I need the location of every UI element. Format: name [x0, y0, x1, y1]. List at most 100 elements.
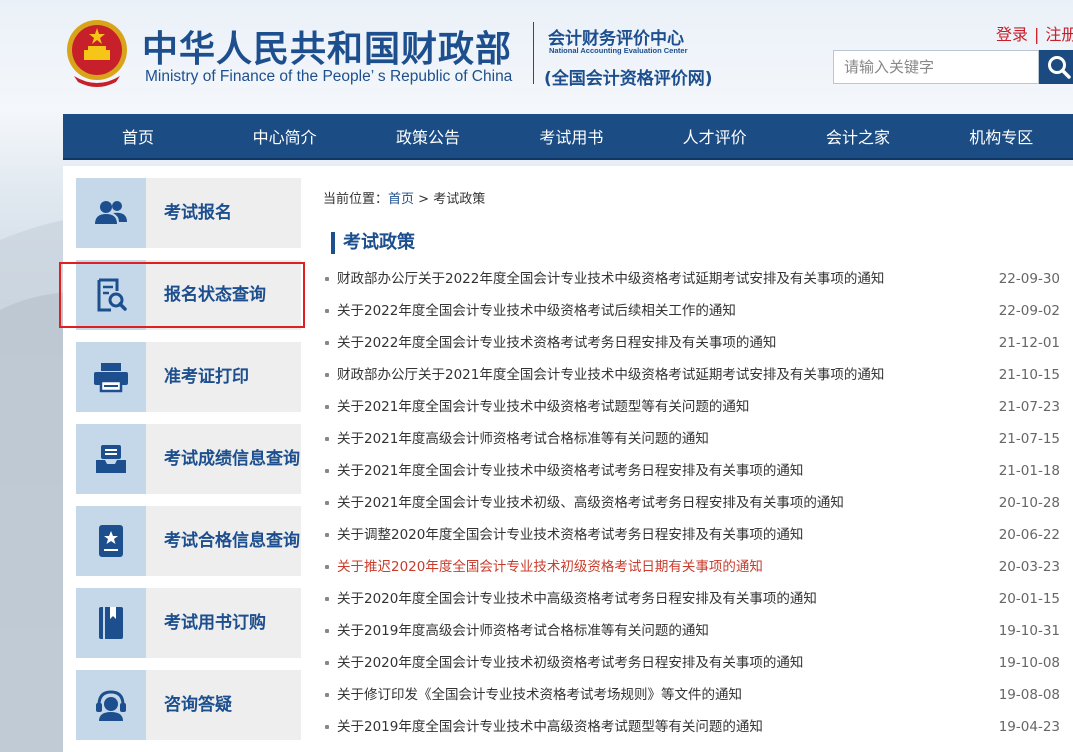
- sidebar-item-admission-ticket[interactable]: 准考证打印: [76, 342, 301, 412]
- sidebar-icon-box: [76, 260, 146, 330]
- nav-policy[interactable]: 政策公告: [356, 114, 499, 158]
- sidebar-item-registration-status[interactable]: 报名状态查询: [76, 260, 301, 330]
- list-item[interactable]: 关于2022年度全国会计专业技术中级资格考试后续相关工作的通知 22-09-02: [311, 295, 1073, 327]
- printer-icon: [94, 363, 128, 393]
- breadcrumb-current: 考试政策: [433, 192, 486, 207]
- article-title[interactable]: 财政部办公厅关于2022年度全国会计专业技术中级资格考试延期考试安排及有关事项的…: [337, 263, 884, 295]
- main-nav: 首页 中心简介 政策公告 考试用书 人才评价 会计之家 机构专区: [63, 114, 1073, 160]
- article-title[interactable]: 财政部办公厅关于2021年度全国会计专业技术中级资格考试延期考试安排及有关事项的…: [337, 359, 884, 391]
- article-date: 21-12-01: [998, 335, 1060, 351]
- nav-accounting-home[interactable]: 会计之家: [786, 114, 929, 158]
- search-input[interactable]: [833, 50, 1039, 84]
- article-title[interactable]: 关于2020年度全国会计专业技术初级资格考试考务日程安排及有关事项的通知: [337, 647, 803, 679]
- bullet: [325, 469, 329, 473]
- bullet: [325, 309, 329, 313]
- article-date: 20-06-22: [998, 527, 1060, 543]
- list-item[interactable]: 财政部办公厅关于2022年度全国会计专业技术中级资格考试延期考试安排及有关事项的…: [311, 263, 1073, 295]
- article-date: 22-09-30: [998, 271, 1060, 287]
- nav-about[interactable]: 中心简介: [213, 114, 356, 158]
- header-divider: [533, 22, 534, 84]
- article-date: 22-09-02: [998, 303, 1060, 319]
- article-title[interactable]: 关于2020年度全国会计专业技术中高级资格考试考务日程安排及有关事项的通知: [337, 583, 817, 615]
- article-title[interactable]: 关于2021年度高级会计师资格考试合格标准等有关问题的通知: [337, 423, 709, 455]
- sidebar-item-book-order[interactable]: 考试用书订购: [76, 588, 301, 658]
- sidebar-item-label: 准考证打印: [164, 367, 249, 387]
- bullet: [325, 277, 329, 281]
- account-links: 登录 | 注册: [996, 21, 1073, 45]
- bullet: [325, 373, 329, 377]
- article-date: 19-08-08: [998, 687, 1060, 703]
- article-title[interactable]: 关于2022年度全国会计专业技术中级资格考试后续相关工作的通知: [337, 295, 736, 327]
- nav-books[interactable]: 考试用书: [500, 114, 643, 158]
- sidebar-item-consultation[interactable]: 咨询答疑: [76, 670, 301, 740]
- sidebar-item-exam-registration[interactable]: 考试报名: [76, 178, 301, 248]
- article-date: 20-01-15: [998, 591, 1060, 607]
- link-separator: |: [1034, 25, 1040, 44]
- sidebar-item-label: 考试用书订购: [164, 613, 266, 633]
- sidebar-item-label: 考试成绩信息查询: [164, 449, 300, 469]
- users-icon: [95, 201, 127, 224]
- list-item[interactable]: 财政部办公厅关于2021年度全国会计专业技术中级资格考试延期考试安排及有关事项的…: [311, 359, 1073, 391]
- bullet: [325, 661, 329, 665]
- list-item[interactable]: 关于调整2020年度全国会计专业技术资格考试考务日程安排及有关事项的通知 20-0…: [311, 519, 1073, 551]
- list-item[interactable]: 关于2019年度全国会计专业技术中高级资格考试题型等有关问题的通知 19-04-2…: [311, 711, 1073, 743]
- bullet: [325, 533, 329, 537]
- article-title[interactable]: 关于推迟2020年度全国会计专业技术初级资格考试日期有关事项的通知: [337, 551, 763, 583]
- list-item[interactable]: 关于修订印发《全国会计专业技术资格考试考场规则》等文件的通知 19-08-08: [311, 679, 1073, 711]
- bullet: [325, 405, 329, 409]
- article-title[interactable]: 关于2019年度高级会计师资格考试合格标准等有关问题的通知: [337, 615, 709, 647]
- list-item[interactable]: 关于推迟2020年度全国会计专业技术初级资格考试日期有关事项的通知 20-03-2…: [311, 551, 1073, 583]
- site-title: 中华人民共和国财政部: [142, 29, 513, 70]
- login-link[interactable]: 登录: [996, 25, 1028, 44]
- list-item[interactable]: 关于2020年度全国会计专业技术初级资格考试考务日程安排及有关事项的通知 19-1…: [311, 647, 1073, 679]
- sidebar-icon-box: [76, 588, 146, 658]
- list-item[interactable]: 关于2021年度全国会计专业技术中级资格考试考务日程安排及有关事项的通知 21-0…: [311, 455, 1073, 487]
- article-title[interactable]: 关于2022年度全国会计专业技术资格考试考务日程安排及有关事项的通知: [337, 327, 776, 359]
- bullet: [325, 693, 329, 697]
- sidebar-item-label: 咨询答疑: [164, 695, 232, 715]
- sidebar-item-qualification-query[interactable]: 考试合格信息查询: [76, 506, 301, 576]
- list-item[interactable]: 关于2021年度全国会计专业技术初级、高级资格考试考务日程安排及有关事项的通知 2…: [311, 487, 1073, 519]
- article-date: 21-10-15: [998, 367, 1060, 383]
- breadcrumb-prefix: 当前位置：: [323, 192, 389, 207]
- bullet: [325, 597, 329, 601]
- article-date: 20-10-28: [998, 495, 1060, 511]
- document-search-icon: [97, 278, 127, 312]
- article-title[interactable]: 关于2021年度全国会计专业技术初级、高级资格考试考务日程安排及有关事项的通知: [337, 487, 844, 519]
- book-icon: [99, 607, 123, 639]
- nav-talent[interactable]: 人才评价: [643, 114, 786, 158]
- nav-institutions[interactable]: 机构专区: [930, 114, 1073, 158]
- article-date: 19-10-08: [998, 655, 1060, 671]
- list-item[interactable]: 关于2022年度全国会计专业技术资格考试考务日程安排及有关事项的通知 21-12-…: [311, 327, 1073, 359]
- article-date: 20-03-23: [998, 559, 1060, 575]
- list-item[interactable]: 关于2021年度全国会计专业技术中级资格考试题型等有关问题的通知 21-07-23: [311, 391, 1073, 423]
- article-title[interactable]: 关于2019年度全国会计专业技术中高级资格考试题型等有关问题的通知: [337, 711, 763, 743]
- bullet: [325, 437, 329, 441]
- list-item[interactable]: 关于2019年度高级会计师资格考试合格标准等有关问题的通知 19-10-31: [311, 615, 1073, 647]
- list-item[interactable]: 关于2020年度全国会计专业技术中高级资格考试考务日程安排及有关事项的通知 20-…: [311, 583, 1073, 615]
- sidebar-item-score-query[interactable]: 考试成绩信息查询: [76, 424, 301, 494]
- register-link[interactable]: 注册: [1045, 25, 1073, 44]
- breadcrumb-home-link[interactable]: 首页: [388, 192, 414, 207]
- bullet: [325, 341, 329, 345]
- sidebar-item-label: 考试报名: [164, 203, 232, 223]
- center-subtitle: (全国会计资格评价网): [544, 69, 713, 89]
- site-subtitle-en: Ministry of Finance of the People’ s Rep…: [145, 68, 513, 85]
- article-title[interactable]: 关于2021年度全国会计专业技术中级资格考试题型等有关问题的通知: [337, 391, 749, 423]
- article-date: 21-07-15: [998, 431, 1060, 447]
- article-title[interactable]: 关于调整2020年度全国会计专业技术资格考试考务日程安排及有关事项的通知: [337, 519, 803, 551]
- sidebar-icon-box: [76, 342, 146, 412]
- sidebar-icon-box: [76, 506, 146, 576]
- breadcrumb-separator: >: [414, 192, 434, 207]
- headset-icon: [96, 690, 126, 721]
- search-icon: [1048, 56, 1071, 79]
- main-content: 当前位置：首页 > 考试政策 考试政策 财政部办公厅关于2022年度全国会计专业…: [311, 166, 1073, 752]
- section-title: 考试政策: [331, 232, 415, 254]
- search-button[interactable]: [1039, 50, 1073, 84]
- article-date: 19-10-31: [998, 623, 1060, 639]
- list-item[interactable]: 关于2021年度高级会计师资格考试合格标准等有关问题的通知 21-07-15: [311, 423, 1073, 455]
- article-title[interactable]: 关于2021年度全国会计专业技术中级资格考试考务日程安排及有关事项的通知: [337, 455, 803, 487]
- nav-home[interactable]: 首页: [63, 114, 213, 158]
- article-title[interactable]: 关于修订印发《全国会计专业技术资格考试考场规则》等文件的通知: [337, 679, 742, 711]
- bullet: [325, 565, 329, 569]
